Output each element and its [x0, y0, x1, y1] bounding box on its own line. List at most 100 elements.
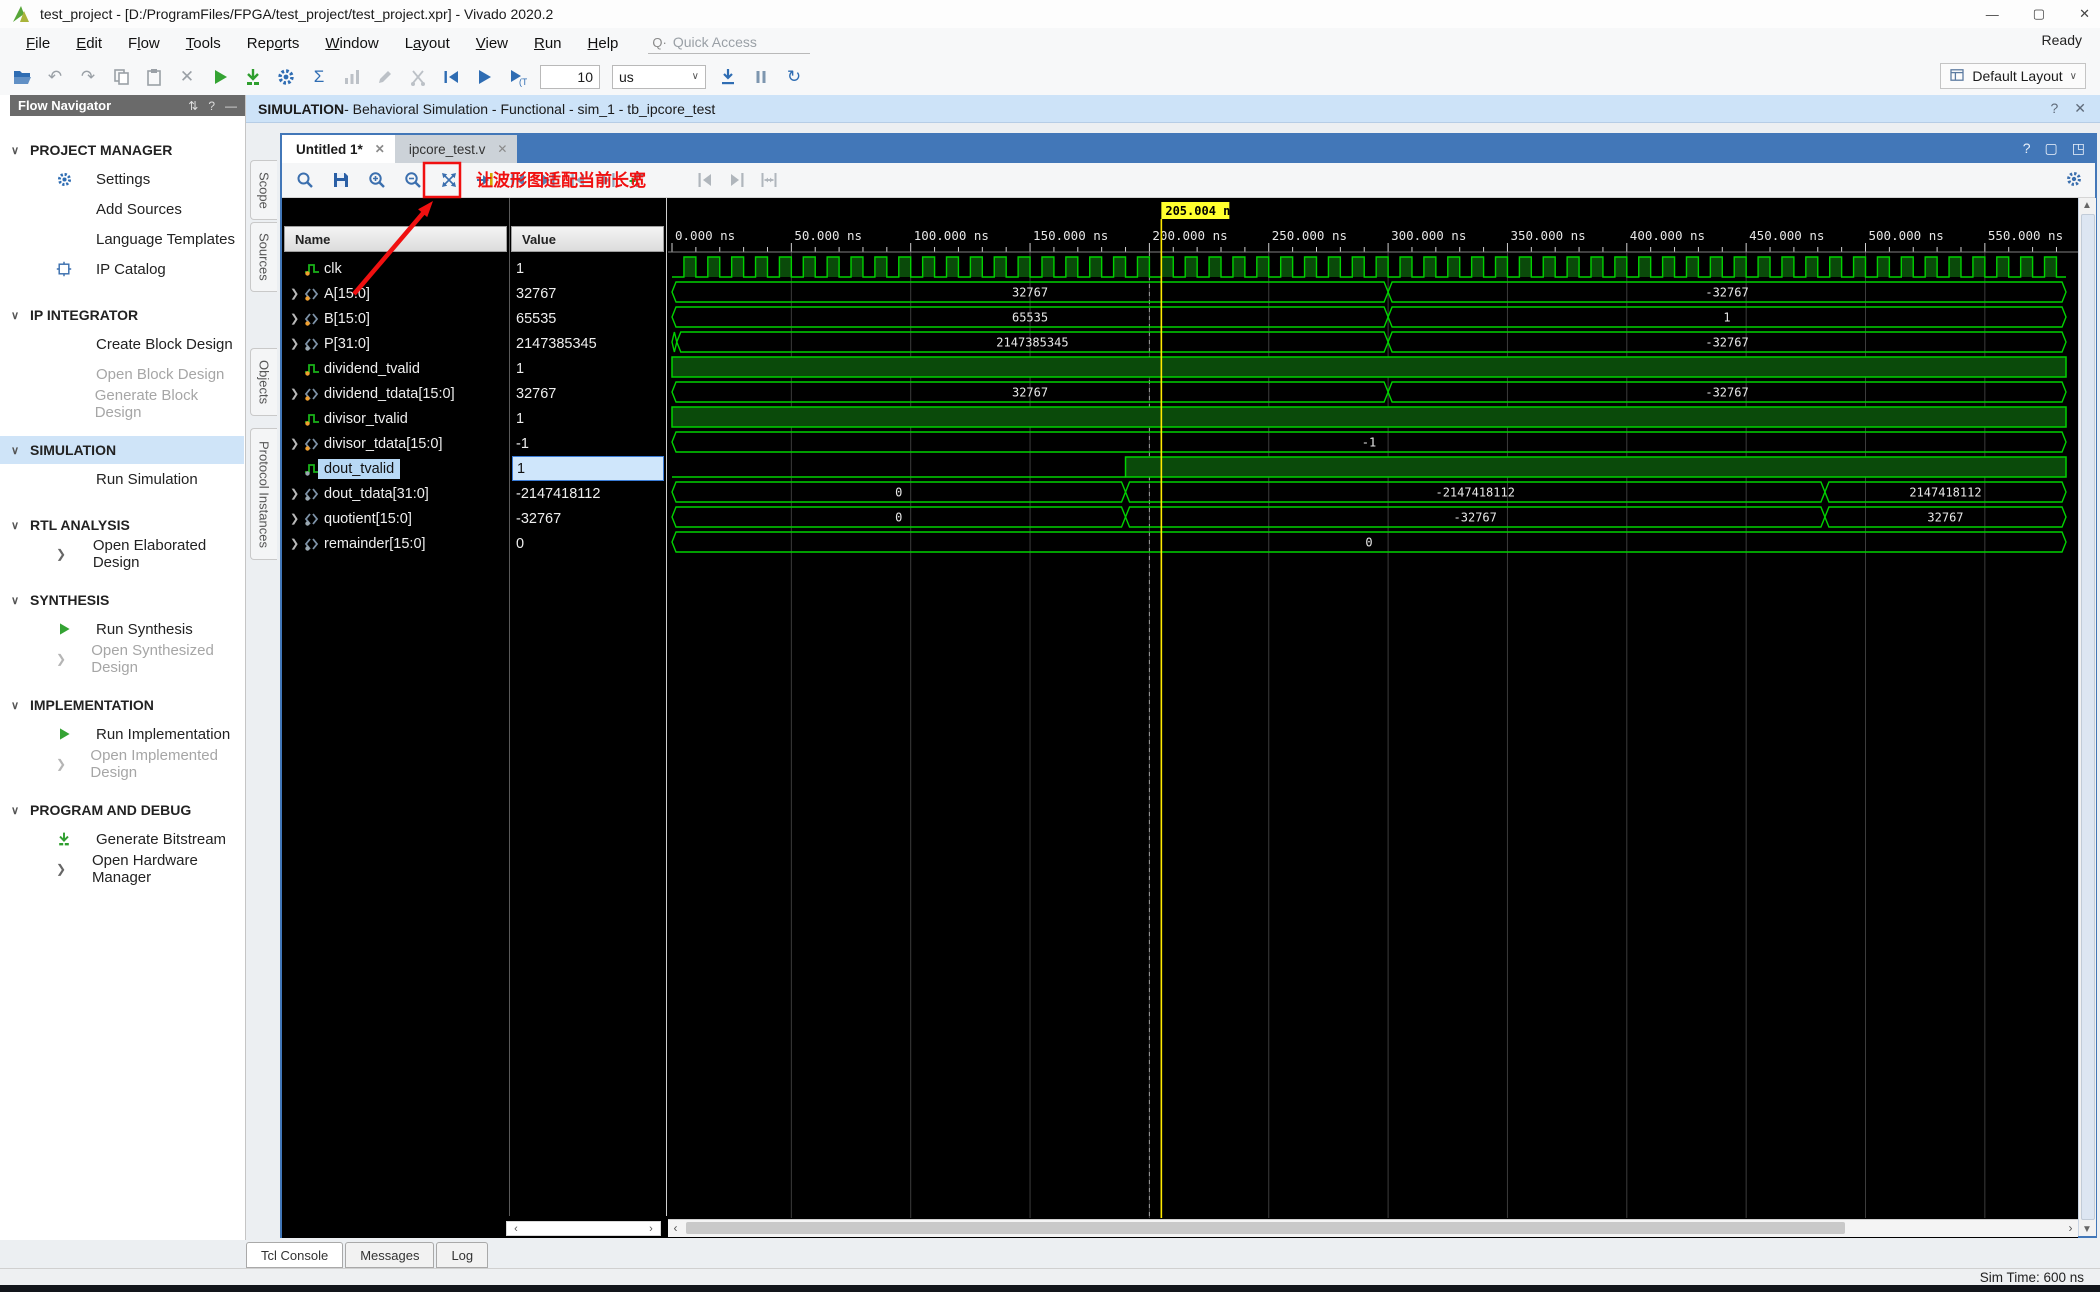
signal-row-quotient150[interactable]: ❯ quotient[15:0]	[282, 506, 508, 531]
menu-item-run[interactable]: Run	[534, 35, 562, 52]
signal-value-dividend_tdata150[interactable]: 32767	[512, 381, 664, 406]
side-tab-scope[interactable]: Scope	[250, 160, 277, 220]
report-summary-icon[interactable]: Σ	[308, 66, 330, 88]
chevron-right-icon[interactable]: ❯	[56, 652, 66, 666]
expand-chevron-icon[interactable]: ❯	[290, 337, 299, 350]
signal-value-dividend_tvalid[interactable]: 1	[512, 356, 664, 381]
signal-row-remainder150[interactable]: ❯ remainder[15:0]	[282, 531, 508, 556]
signal-row-dividend_tvalid[interactable]: dividend_tvalid	[282, 356, 508, 381]
editor-tab-untitled-1-[interactable]: Untitled 1* ✕	[282, 135, 395, 163]
zoom-in-icon[interactable]	[366, 169, 388, 191]
nav-item-run-simulation[interactable]: Run Simulation	[0, 464, 244, 494]
help-icon[interactable]: ?	[2050, 100, 2058, 117]
chevron-right-icon[interactable]: ❯	[56, 547, 66, 561]
names-scroll-left-icon[interactable]: ‹	[509, 1222, 523, 1235]
schematic-icon[interactable]	[341, 66, 363, 88]
waveform-vscrollbar[interactable]: ▲ ▼	[2078, 198, 2096, 1236]
console-tab-messages[interactable]: Messages	[345, 1242, 435, 1268]
pane-float-icon[interactable]: ▢	[2045, 140, 2058, 157]
next-transition-icon[interactable]	[597, 169, 619, 191]
signal-row-clk[interactable]: clk	[282, 256, 508, 281]
signal-value-a150[interactable]: 32767	[512, 281, 664, 306]
nav-item-language-templates[interactable]: Language Templates	[0, 224, 244, 254]
names-hscrollbar[interactable]: ‹ ›	[506, 1221, 661, 1236]
wave-settings-gear-icon[interactable]	[2065, 170, 2083, 193]
nav-item-run-synthesis[interactable]: Run Synthesis	[0, 614, 244, 644]
nav-item-open-elaborated-design[interactable]: ❯ Open Elaborated Design	[0, 537, 244, 571]
nav-minimize-icon[interactable]: —	[225, 99, 237, 113]
close-icon[interactable]: ✕	[2079, 6, 2090, 22]
chevron-expanded-icon[interactable]: ∨	[0, 699, 30, 712]
settings-gear-icon[interactable]	[275, 66, 297, 88]
value-column-header[interactable]: Value	[511, 226, 664, 252]
run-time-input[interactable]: 10	[540, 64, 600, 89]
chevron-expanded-icon[interactable]: ∨	[0, 594, 30, 607]
signal-value-dout_tdata310[interactable]: -2147418112	[512, 481, 664, 506]
names-scroll-right-icon[interactable]: ›	[644, 1222, 658, 1235]
signal-value-b150[interactable]: 65535	[512, 306, 664, 331]
tab-close-icon[interactable]: ✕	[497, 142, 507, 156]
signal-row-dividend_tdata150[interactable]: ❯ dividend_tdata[15:0]	[282, 381, 508, 406]
pane-maximize-icon[interactable]: ◳	[2072, 140, 2085, 157]
menu-item-reports[interactable]: Reports	[247, 35, 300, 52]
zoom-to-cursor-icon[interactable]	[474, 169, 496, 191]
swap-cursors-icon[interactable]	[694, 169, 716, 191]
run-all-icon[interactable]	[473, 66, 495, 88]
collapse-all-icon[interactable]: ⇅	[188, 99, 198, 113]
value-wave-splitter[interactable]	[666, 198, 667, 1216]
signal-value-remainder150[interactable]: 0	[512, 531, 664, 556]
signal-row-p310[interactable]: ❯ P[31:0]	[282, 331, 508, 356]
time-unit-select[interactable]: us ∨	[612, 64, 706, 89]
side-tab-protocol-instances[interactable]: Protocol Instances	[250, 428, 277, 560]
expand-chevron-icon[interactable]: ❯	[290, 312, 299, 325]
menu-item-tools[interactable]: Tools	[186, 35, 221, 52]
generate-bitstream-toolbar-icon[interactable]	[242, 66, 264, 88]
chevron-expanded-icon[interactable]: ∨	[0, 804, 30, 817]
signal-value-quotient150[interactable]: -32767	[512, 506, 664, 531]
signal-value-divisor_tdata150[interactable]: -1	[512, 431, 664, 456]
menu-item-help[interactable]: Help	[588, 35, 619, 52]
goto-cursor-icon[interactable]	[726, 169, 748, 191]
hscroll-right-icon[interactable]: ›	[2063, 1220, 2078, 1236]
nav-section-title[interactable]: ∨ PROJECT MANAGER	[0, 136, 244, 164]
console-tab-log[interactable]: Log	[436, 1242, 489, 1268]
signal-row-divisor_tvalid[interactable]: divisor_tvalid	[282, 406, 508, 431]
nav-section-title[interactable]: ∨ IP INTEGRATOR	[0, 301, 244, 329]
close-panel-icon[interactable]: ✕	[2074, 100, 2086, 117]
nav-item-settings[interactable]: Settings	[0, 164, 244, 194]
maximize-icon[interactable]: ▢	[2033, 6, 2045, 22]
span-markers-icon[interactable]	[758, 169, 780, 191]
signal-row-b150[interactable]: ❯ B[15:0]	[282, 306, 508, 331]
breakpoint-icon[interactable]	[407, 66, 429, 88]
redo-icon[interactable]: ↷	[77, 66, 99, 88]
minimize-icon[interactable]: —	[1986, 7, 1999, 22]
signal-value-clk[interactable]: 1	[512, 256, 664, 281]
menu-item-layout[interactable]: Layout	[405, 35, 450, 52]
hscroll-left-icon[interactable]: ‹	[668, 1220, 683, 1236]
zoom-out-icon[interactable]	[402, 169, 424, 191]
restart-simulation-icon[interactable]	[440, 66, 462, 88]
delete-icon[interactable]: ✕	[176, 66, 198, 88]
expand-chevron-icon[interactable]: ❯	[290, 487, 299, 500]
undo-icon[interactable]: ↶	[44, 66, 66, 88]
find-icon[interactable]	[294, 169, 316, 191]
chevron-expanded-icon[interactable]: ∨	[0, 519, 30, 532]
paste-icon[interactable]	[143, 66, 165, 88]
nav-section-title[interactable]: ∨ SYNTHESIS	[0, 586, 244, 614]
edit-pencil-icon[interactable]	[374, 66, 396, 88]
signal-row-dout_tvalid[interactable]: dout_tvalid	[282, 456, 508, 481]
waveform-canvas[interactable]: 0.000 ns 50.000 ns 100.000 ns 150.000 ns 200…	[668, 198, 2078, 1218]
signal-value-divisor_tvalid[interactable]: 1	[512, 406, 664, 431]
chevron-expanded-icon[interactable]: ∨	[0, 144, 30, 157]
pane-help-icon[interactable]: ?	[2023, 140, 2031, 157]
signal-row-dout_tdata310[interactable]: ❯ dout_tdata[31:0]	[282, 481, 508, 506]
vscroll-thumb[interactable]	[2081, 214, 2095, 1220]
zoom-fit-icon[interactable]	[438, 169, 460, 191]
expand-chevron-icon[interactable]: ❯	[290, 437, 299, 450]
menu-item-flow[interactable]: Flow	[128, 35, 160, 52]
nav-section-title[interactable]: ∨ PROGRAM AND DEBUG	[0, 796, 244, 824]
go-to-time-0-icon[interactable]	[507, 169, 529, 191]
step-icon[interactable]	[717, 66, 739, 88]
menu-item-file[interactable]: File	[26, 35, 50, 52]
menu-item-window[interactable]: Window	[325, 35, 378, 52]
